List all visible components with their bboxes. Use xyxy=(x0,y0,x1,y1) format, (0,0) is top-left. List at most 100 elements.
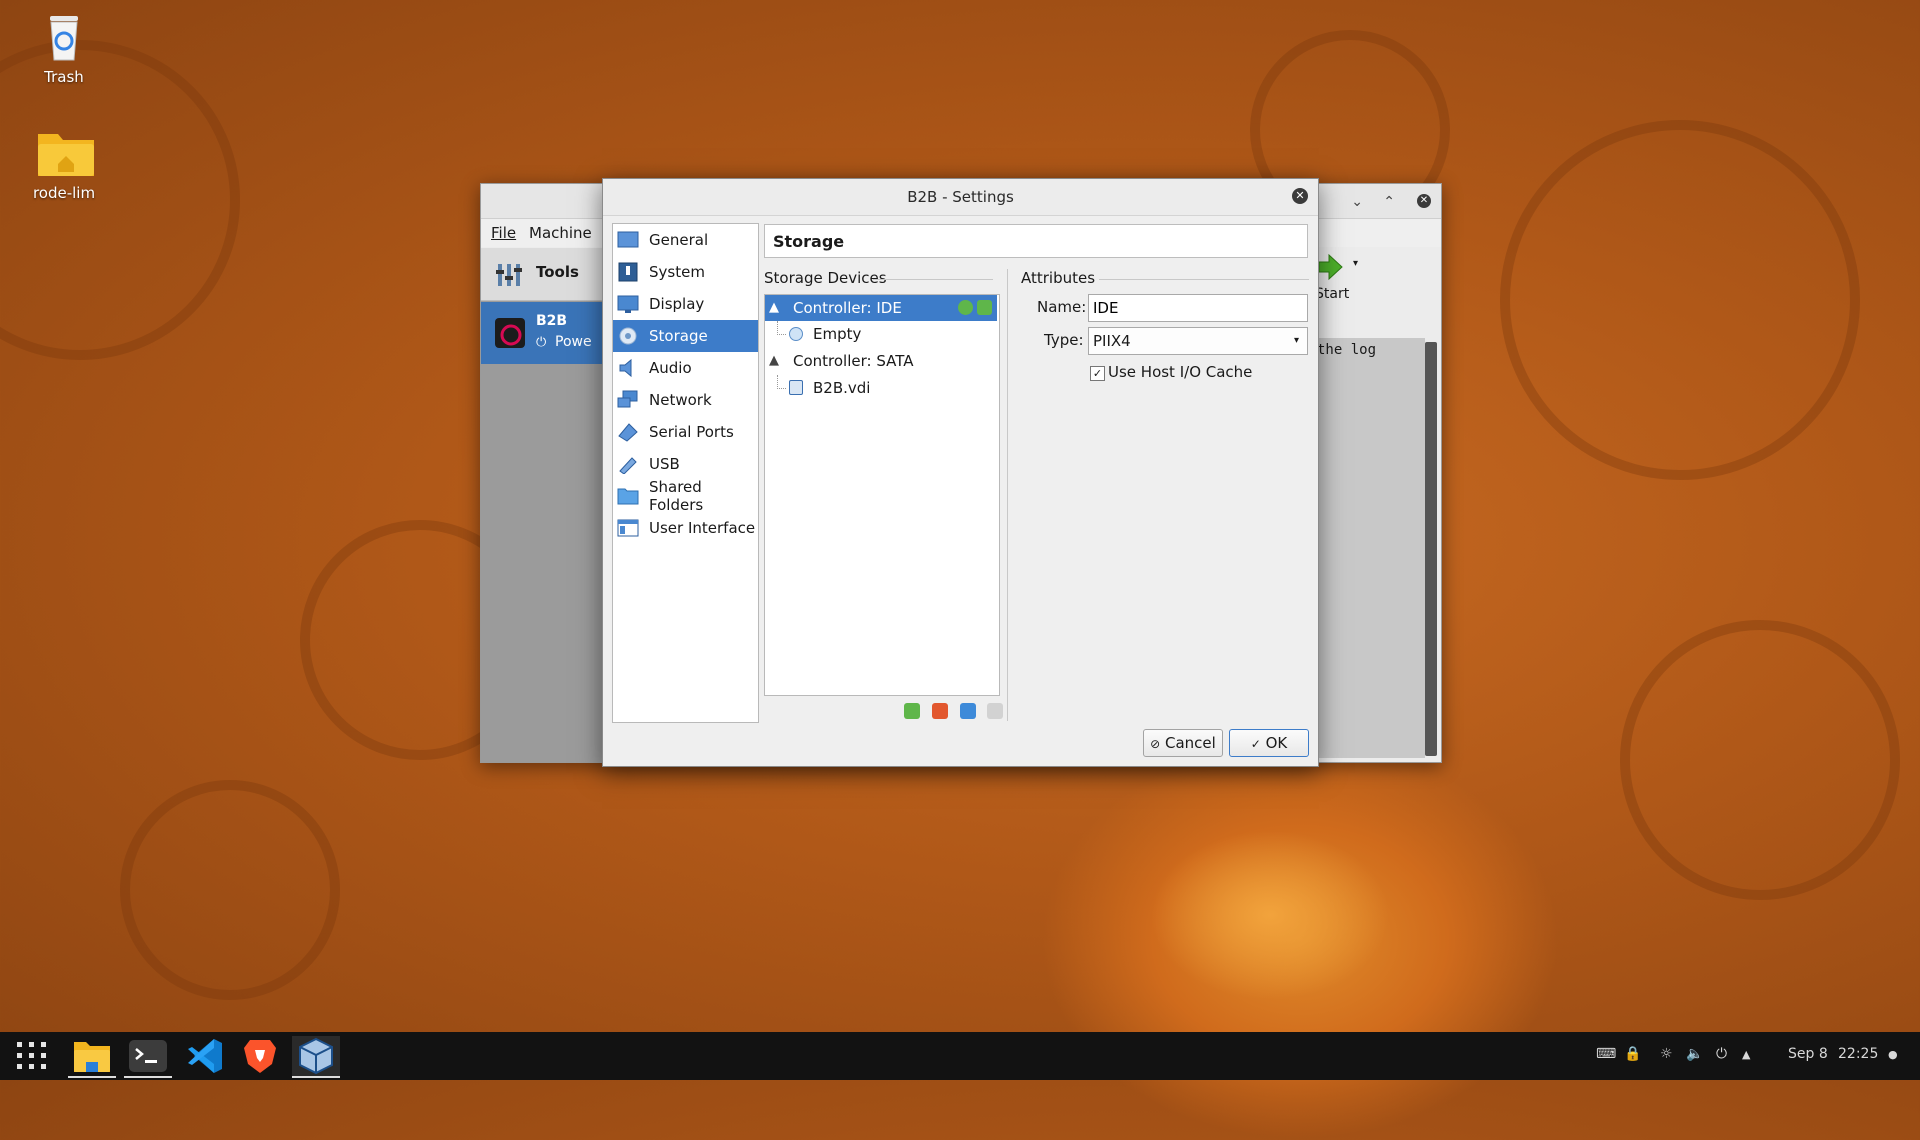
name-label: Name: xyxy=(1037,298,1087,316)
category-user-interface[interactable]: User Interface xyxy=(613,512,758,544)
desktop-icon-home-folder[interactable]: rode-lim xyxy=(16,124,112,202)
host-io-cache-checkbox[interactable]: ✓ xyxy=(1090,366,1105,381)
terminal-icon[interactable] xyxy=(124,1036,172,1078)
manager-log-pane: the log xyxy=(1315,338,1425,758)
category-label: General xyxy=(649,231,709,249)
menu-machine[interactable]: Machine xyxy=(529,224,592,242)
vm-name: B2B xyxy=(536,313,568,329)
general-icon xyxy=(617,230,639,250)
category-general[interactable]: General xyxy=(613,224,758,256)
cancel-button[interactable]: ⊘ Cancel xyxy=(1143,729,1223,757)
add-optical-drive-icon[interactable] xyxy=(958,300,973,315)
start-label[interactable]: Start xyxy=(1315,286,1349,302)
start-dropdown-icon[interactable]: ▾ xyxy=(1353,258,1358,269)
category-system[interactable]: System xyxy=(613,256,758,288)
desktop-icon-label: Trash xyxy=(44,68,84,86)
storage-tree-toolbar xyxy=(897,703,1004,723)
volume-icon[interactable]: 🔈 xyxy=(1686,1046,1703,1062)
add-hard-disk-icon[interactable] xyxy=(977,300,992,315)
dialog-title: B2B - Settings xyxy=(907,188,1014,206)
tree-node-hard-disk[interactable]: B2B.vdi xyxy=(765,375,997,401)
page-title: Storage xyxy=(764,224,1308,258)
tray-expand-icon[interactable]: ▲ xyxy=(1742,1048,1750,1061)
settings-category-list: General System Display Storage Audio Net… xyxy=(612,223,759,723)
power-icon[interactable]: ⏻ xyxy=(1716,1046,1727,1062)
remove-attachment-icon[interactable] xyxy=(987,703,1004,719)
storage-tree[interactable]: ▲ Controller: IDE Empty ▲ Controller: SA… xyxy=(764,294,1000,696)
tree-node-controller-ide[interactable]: ▲ Controller: IDE xyxy=(765,295,997,321)
optical-disc-icon xyxy=(789,327,803,341)
category-label: Display xyxy=(649,295,705,313)
tools-label: Tools xyxy=(536,263,579,281)
menu-file[interactable]: File xyxy=(491,224,516,242)
storage-devices-label: Storage Devices xyxy=(764,269,887,287)
virtualbox-icon[interactable] xyxy=(292,1036,340,1078)
log-scrollbar[interactable] xyxy=(1425,342,1437,756)
hard-disk-icon xyxy=(789,380,803,395)
manager-tools-item[interactable]: Tools xyxy=(481,248,603,301)
apps-grid-icon[interactable] xyxy=(8,1036,56,1076)
start-arrow-icon[interactable] xyxy=(1315,252,1345,286)
minimize-icon[interactable]: ⌄ xyxy=(1351,194,1363,210)
dialog-titlebar[interactable]: B2B - Settings ✕ xyxy=(603,179,1318,216)
ok-button[interactable]: ✓ OK xyxy=(1229,729,1309,757)
category-serial-ports[interactable]: Serial Ports xyxy=(613,416,758,448)
system-icon xyxy=(617,262,639,282)
lock-icon[interactable]: 🔒 xyxy=(1624,1046,1641,1062)
cancel-icon: ⊘ xyxy=(1150,737,1161,751)
tree-node-label: Empty xyxy=(813,325,862,343)
remove-controller-icon[interactable] xyxy=(931,703,948,719)
divider xyxy=(873,279,993,280)
category-network[interactable]: Network xyxy=(613,384,758,416)
files-icon[interactable] xyxy=(68,1036,116,1078)
tree-node-empty-drive[interactable]: Empty xyxy=(765,321,997,347)
brightness-icon[interactable]: ☼ xyxy=(1660,1046,1673,1062)
controller-type-select[interactable]: PIIX4 ▾ xyxy=(1088,327,1308,355)
settings-dialog: B2B - Settings ✕ General System Display … xyxy=(602,178,1319,767)
network-icon xyxy=(617,390,639,410)
shared-folders-icon xyxy=(617,486,639,506)
category-usb[interactable]: USB xyxy=(613,448,758,480)
add-controller-icon[interactable] xyxy=(904,703,920,719)
host-io-cache-label[interactable]: Use Host I/O Cache xyxy=(1108,363,1252,381)
maximize-icon[interactable]: ⌃ xyxy=(1383,194,1395,210)
sata-controller-icon: ▲ xyxy=(769,353,779,368)
clock-time[interactable]: 22:25 xyxy=(1838,1046,1878,1062)
vm-state: Powe xyxy=(555,334,592,350)
storage-icon xyxy=(617,326,639,346)
close-icon[interactable]: ✕ xyxy=(1292,188,1308,204)
add-attachment-icon[interactable] xyxy=(959,703,976,719)
category-label: Audio xyxy=(649,359,692,377)
category-label: USB xyxy=(649,455,680,473)
serial-ports-icon xyxy=(617,422,639,442)
tree-node-label: Controller: IDE xyxy=(793,299,902,317)
type-label: Type: xyxy=(1044,331,1084,349)
keyboard-icon[interactable]: ⌨ xyxy=(1596,1046,1616,1062)
user-interface-icon xyxy=(617,518,639,538)
brave-icon[interactable] xyxy=(236,1036,284,1076)
attributes-label: Attributes xyxy=(1021,269,1096,287)
notification-dot-icon[interactable]: ● xyxy=(1888,1048,1898,1061)
vscode-icon[interactable] xyxy=(180,1036,228,1076)
select-value: PIIX4 xyxy=(1093,332,1131,350)
tree-node-controller-sata[interactable]: ▲ Controller: SATA xyxy=(765,348,997,374)
category-display[interactable]: Display xyxy=(613,288,758,320)
tools-icon xyxy=(495,260,525,294)
home-folder-icon xyxy=(36,124,94,180)
category-label: Serial Ports xyxy=(649,423,734,441)
vm-list-item-b2b[interactable]: B2B ⏻ Powe xyxy=(481,302,603,364)
category-shared-folders[interactable]: Shared Folders xyxy=(613,478,758,514)
check-icon: ✓ xyxy=(1250,737,1261,751)
desktop-icon-trash[interactable]: Trash xyxy=(16,8,112,86)
display-icon xyxy=(617,294,639,314)
usb-icon xyxy=(617,454,639,475)
clock-date[interactable]: Sep 8 xyxy=(1788,1046,1828,1062)
close-icon[interactable]: ✕ xyxy=(1417,194,1431,208)
divider xyxy=(1099,279,1309,280)
divider xyxy=(1007,269,1008,721)
category-storage[interactable]: Storage xyxy=(613,320,758,352)
category-audio[interactable]: Audio xyxy=(613,352,758,384)
controller-name-input[interactable] xyxy=(1088,294,1308,322)
manager-toolbar: ▾ Start xyxy=(1315,248,1441,338)
category-label: Storage xyxy=(649,327,708,345)
